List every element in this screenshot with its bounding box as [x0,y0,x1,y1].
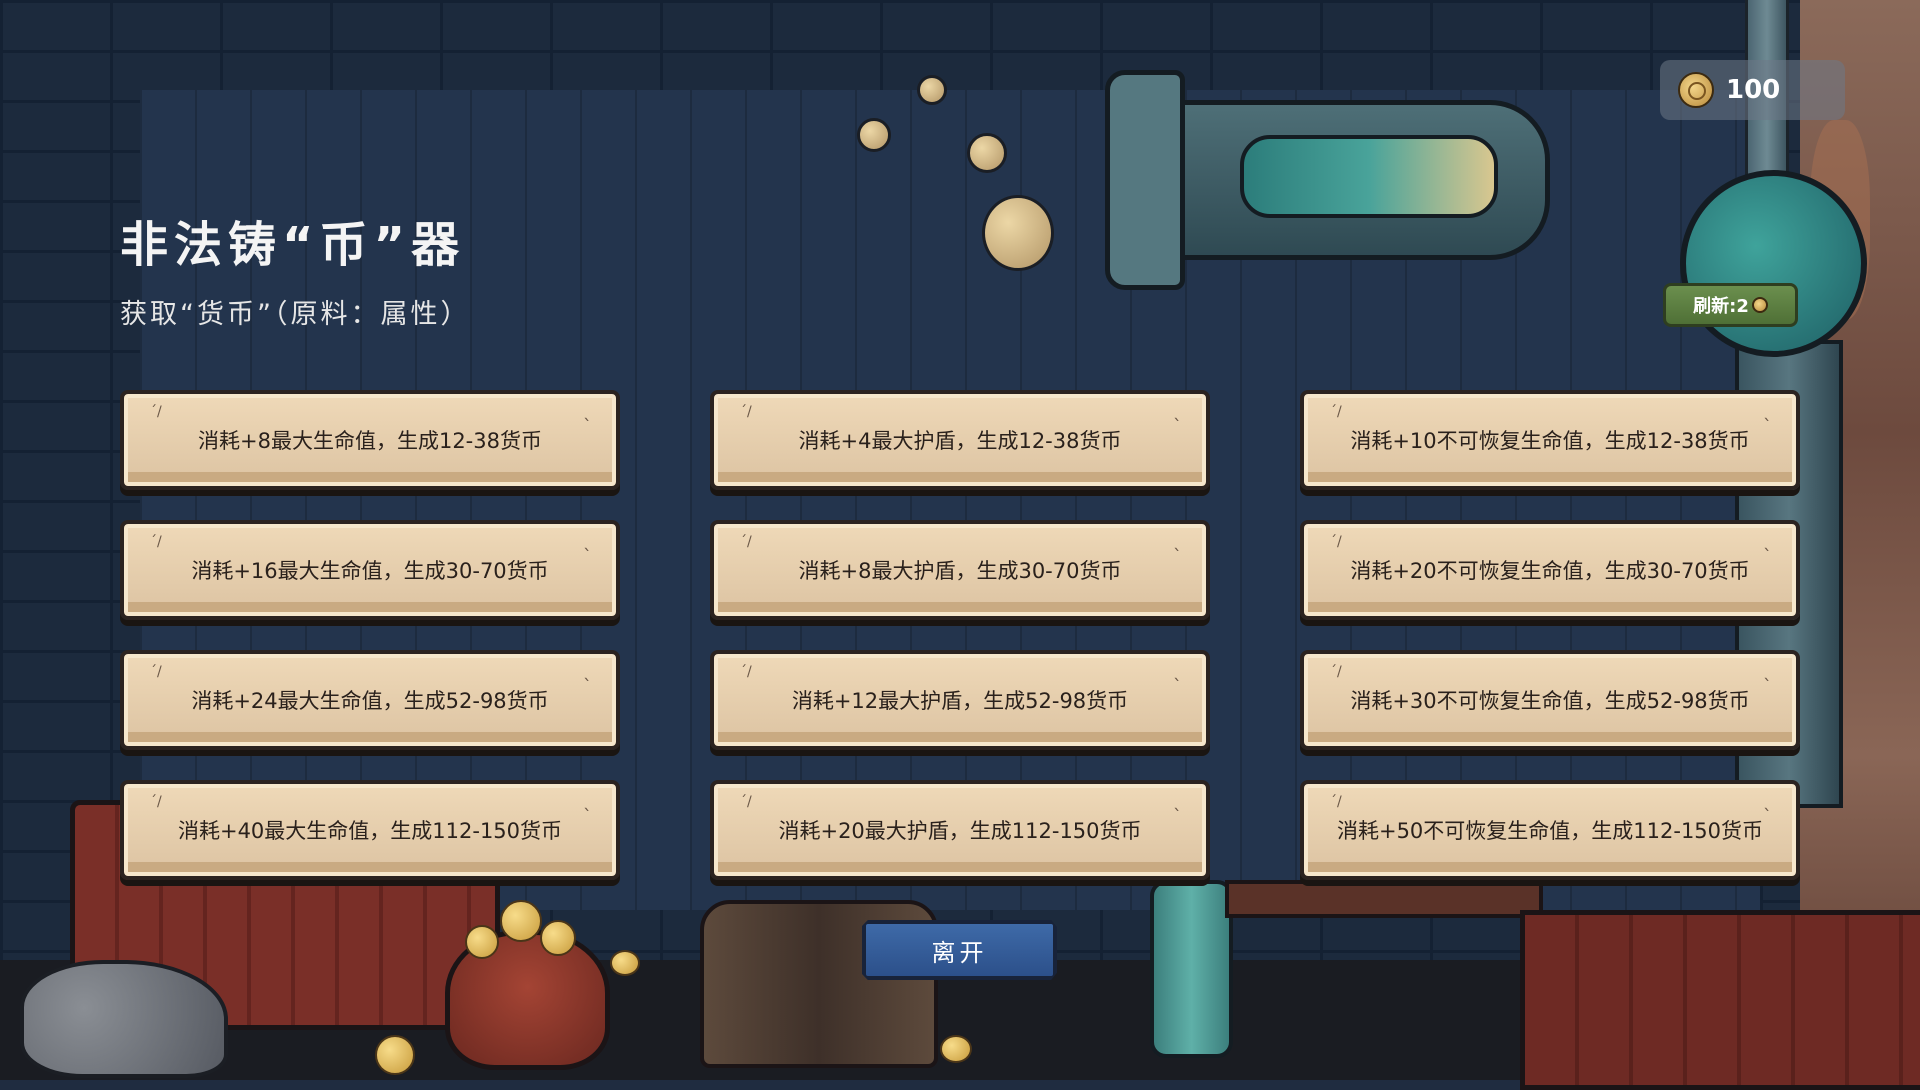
option-label: 消耗+8最大生命值，生成12-38货币 [198,429,542,453]
gold-coin [540,920,576,956]
refresh-button[interactable]: 刷新:2 [1663,283,1798,327]
refresh-label: 刷新:2 [1693,296,1749,317]
option-card[interactable]: 消耗+4最大护盾，生成12-38货币 [710,390,1210,490]
option-label: 消耗+40最大生命值，生成112-150货币 [177,819,563,843]
coin-icon [1751,297,1768,313]
option-card[interactable]: 消耗+8最大护盾，生成30-70货币 [710,520,1210,620]
option-label: 消耗+10不可恢复生命值，生成12-38货币 [1350,429,1750,453]
flying-coin [982,195,1054,271]
coin-machine-orb [1680,170,1867,357]
option-label: 消耗+4最大护盾，生成12-38货币 [798,429,1122,453]
wooden-bench [1225,880,1543,918]
leave-label: 离开 [931,938,988,967]
gold-coin [610,950,640,976]
exchange-options-grid: 消耗+8最大生命值，生成12-38货币 消耗+4最大护盾，生成12-38货币 消… [120,390,1800,880]
option-card[interactable]: 消耗+10不可恢复生命值，生成12-38货币 [1300,390,1800,490]
option-card[interactable]: 消耗+8最大生命值，生成12-38货币 [120,390,620,490]
coin-machine-funnel [1105,70,1185,290]
currency-value: 100 [1726,75,1781,105]
coin-icon [1678,72,1714,108]
gold-coin [500,900,542,942]
flying-coin [857,118,891,152]
option-label: 消耗+8最大护盾，生成30-70货币 [798,559,1122,583]
page-title: 非法铸“币”器 [120,217,466,273]
option-label: 消耗+12最大护盾，生成52-98货币 [791,689,1129,713]
rock-pile [20,960,228,1078]
option-card[interactable]: 消耗+30不可恢复生命值，生成52-98货币 [1300,650,1800,750]
gold-coin [465,925,499,959]
option-label: 消耗+50不可恢复生命值，生成112-150货币 [1336,819,1764,843]
flying-coin [917,75,947,105]
gold-coin [375,1035,415,1075]
option-label: 消耗+16最大生命值，生成30-70货币 [191,559,549,583]
option-card[interactable]: 消耗+12最大护盾，生成52-98货币 [710,650,1210,750]
option-label: 消耗+30不可恢复生命值，生成52-98货币 [1350,689,1750,713]
option-card[interactable]: 消耗+40最大生命值，生成112-150货币 [120,780,620,880]
currency-display: 100 [1660,60,1845,120]
option-card[interactable]: 消耗+16最大生命值，生成30-70货币 [120,520,620,620]
option-card[interactable]: 消耗+20最大护盾，生成112-150货币 [710,780,1210,880]
flying-coin [967,133,1007,173]
option-card[interactable]: 消耗+20不可恢复生命值，生成30-70货币 [1300,520,1800,620]
wooden-crate [1520,910,1920,1090]
page-subtitle: 获取“货币”（原料：属性） [120,299,471,330]
option-label: 消耗+24最大生命值，生成52-98货币 [191,689,549,713]
option-card[interactable]: 消耗+24最大生命值，生成52-98货币 [120,650,620,750]
option-card[interactable]: 消耗+50不可恢复生命值，生成112-150货币 [1300,780,1800,880]
glass-jar [1150,880,1233,1058]
coin-machine-tank [1240,135,1498,218]
option-label: 消耗+20不可恢复生命值，生成30-70货币 [1350,559,1750,583]
option-label: 消耗+20最大护盾，生成112-150货币 [778,819,1142,843]
gold-coin [940,1035,972,1063]
leave-button[interactable]: 离开 [862,920,1057,980]
